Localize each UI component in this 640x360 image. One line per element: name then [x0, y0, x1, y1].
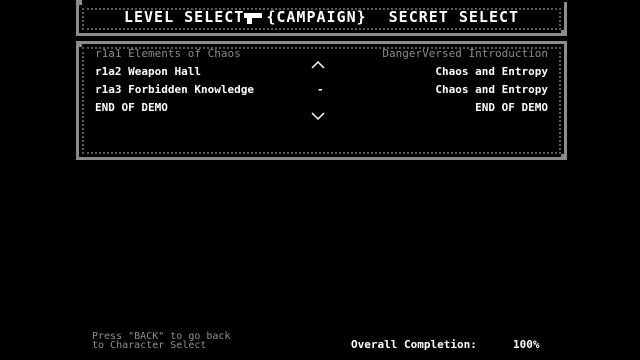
header-bar: LEVEL SELECT {CAMPAIGN} SECRET SELECT	[79, 8, 564, 26]
level-song: END OF DEMO	[475, 101, 548, 114]
pistol-icon	[244, 12, 266, 24]
completion-label: Overall Completion:	[351, 338, 477, 351]
level-song: Chaos and Entropy	[435, 65, 548, 78]
level-title: r1a1 Elements of Chaos	[95, 47, 241, 60]
chevron-down-icon[interactable]	[311, 111, 325, 121]
header-frame: LEVEL SELECT {CAMPAIGN} SECRET SELECT	[76, 0, 567, 36]
level-song: Chaos and Entropy	[435, 83, 548, 96]
level-title: r1a2 Weapon Hall	[95, 65, 201, 78]
tab-campaign[interactable]: {CAMPAIGN}	[266, 8, 366, 26]
tab-secret-select[interactable]: SECRET SELECT	[389, 8, 519, 26]
level-row-r1a2[interactable]: r1a2 Weapon Hall Chaos and Entropy	[95, 65, 548, 79]
level-row-r1a1[interactable]: r1a1 Elements of Chaos DangerVersed Intr…	[95, 47, 548, 61]
completion-value: 100%	[513, 338, 540, 351]
tab-level-select[interactable]: LEVEL SELECT	[124, 8, 244, 26]
level-title: r1a3 Forbidden Knowledge	[95, 83, 254, 96]
level-title: END OF DEMO	[95, 101, 168, 114]
selection-marker: -	[317, 83, 324, 96]
level-list-frame: r1a1 Elements of Chaos DangerVersed Intr…	[76, 41, 567, 160]
back-hint: Press "BACK" to go back to Character Sel…	[92, 331, 231, 351]
overall-completion: Overall Completion: 100%	[351, 338, 540, 351]
level-song: DangerVersed Introduction	[382, 47, 548, 60]
level-row-r1a3[interactable]: r1a3 Forbidden Knowledge - Chaos and Ent…	[95, 83, 548, 97]
